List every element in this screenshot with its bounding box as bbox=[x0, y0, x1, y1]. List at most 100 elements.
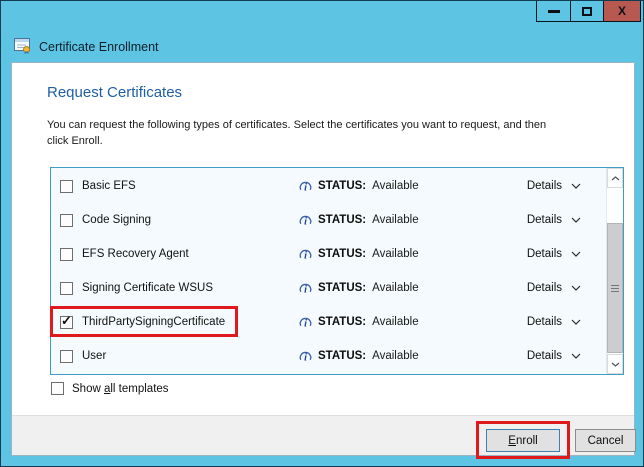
cancel-button[interactable]: Cancel bbox=[575, 429, 636, 452]
status-value: Available bbox=[372, 350, 418, 362]
details-expander[interactable]: Details bbox=[527, 316, 581, 328]
maximize-icon bbox=[582, 7, 592, 16]
chevron-down-icon bbox=[571, 251, 581, 257]
minimize-button[interactable] bbox=[537, 1, 570, 21]
svg-text:i: i bbox=[304, 182, 307, 193]
details-label: Details bbox=[527, 214, 562, 226]
certificate-template-list: Basic EFS i STATUS: Available Details bbox=[50, 167, 624, 375]
template-name: User bbox=[82, 350, 106, 362]
svg-text:i: i bbox=[304, 318, 307, 329]
list-item-basic-efs: Basic EFS i STATUS: Available Details bbox=[51, 169, 606, 203]
status-value: Available bbox=[372, 180, 418, 192]
svg-text:i: i bbox=[304, 352, 307, 363]
list-item-efs-recovery-agent: EFS Recovery Agent i STATUS: Available D… bbox=[51, 237, 606, 271]
list-item-user: User i STATUS: Available Details bbox=[51, 339, 606, 373]
status-group: i STATUS: Available bbox=[298, 281, 419, 296]
minimize-icon bbox=[548, 10, 560, 13]
info-icon: i bbox=[298, 179, 313, 194]
details-label: Details bbox=[527, 350, 562, 362]
enroll-button[interactable]: Enroll bbox=[486, 429, 560, 452]
list-item-signing-certificate-wsus: Signing Certificate WSUS i STATUS: Avail… bbox=[51, 271, 606, 305]
checkbox-basic-efs[interactable] bbox=[60, 180, 73, 193]
checkmark-icon: ✓ bbox=[61, 314, 72, 327]
window-title: Certificate Enrollment bbox=[39, 40, 159, 54]
close-icon: X bbox=[618, 5, 626, 17]
scrollbar-grip-icon bbox=[611, 285, 619, 292]
template-name: EFS Recovery Agent bbox=[82, 248, 189, 260]
show-all-templates-label: Show all templates bbox=[72, 383, 169, 395]
info-icon: i bbox=[298, 281, 313, 296]
status-value: Available bbox=[372, 316, 418, 328]
status-value: Available bbox=[372, 282, 418, 294]
certificate-enrollment-window: X Certificate Enrollment Request Certifi… bbox=[0, 0, 644, 467]
checkbox-signing-certificate-wsus[interactable] bbox=[60, 282, 73, 295]
chevron-down-icon bbox=[611, 362, 620, 367]
scroll-up-button[interactable] bbox=[607, 168, 623, 188]
details-expander[interactable]: Details bbox=[527, 282, 581, 294]
chevron-up-icon bbox=[611, 176, 620, 181]
info-icon: i bbox=[298, 247, 313, 262]
svg-text:i: i bbox=[304, 284, 307, 295]
details-expander[interactable]: Details bbox=[527, 350, 581, 362]
scroll-down-button[interactable] bbox=[607, 354, 623, 374]
template-name: Signing Certificate WSUS bbox=[82, 282, 213, 294]
info-icon: i bbox=[298, 349, 313, 364]
details-label: Details bbox=[527, 248, 562, 260]
details-label: Details bbox=[527, 180, 562, 192]
list-item-thirdpartysigningcertificate: ✓ ThirdPartySigningCertificate i STATUS:… bbox=[51, 305, 606, 339]
chevron-down-icon bbox=[571, 183, 581, 189]
description: You can request the following types of c… bbox=[47, 117, 546, 149]
status-label: STATUS: bbox=[318, 248, 366, 260]
status-group: i STATUS: Available bbox=[298, 179, 419, 194]
status-label: STATUS: bbox=[318, 316, 366, 328]
template-name: ThirdPartySigningCertificate bbox=[82, 316, 225, 328]
template-name: Basic EFS bbox=[82, 180, 136, 192]
maximize-button[interactable] bbox=[570, 1, 603, 21]
info-icon: i bbox=[298, 315, 313, 330]
close-button[interactable]: X bbox=[603, 1, 640, 21]
dialog-footer: Enroll Cancel bbox=[12, 415, 634, 455]
status-label: STATUS: bbox=[318, 282, 366, 294]
details-expander[interactable]: Details bbox=[527, 180, 581, 192]
status-label: STATUS: bbox=[318, 350, 366, 362]
chevron-down-icon bbox=[571, 217, 581, 223]
details-expander[interactable]: Details bbox=[527, 214, 581, 226]
info-icon: i bbox=[298, 213, 313, 228]
status-label: STATUS: bbox=[318, 180, 366, 192]
show-all-templates-checkbox[interactable] bbox=[51, 382, 64, 395]
list-rows: Basic EFS i STATUS: Available Details bbox=[51, 168, 606, 374]
description-line2: click Enroll. bbox=[47, 133, 546, 149]
description-line1: You can request the following types of c… bbox=[47, 117, 546, 133]
chevron-down-icon bbox=[571, 353, 581, 359]
label-text: ll templates bbox=[110, 383, 168, 395]
status-group: i STATUS: Available bbox=[298, 213, 419, 228]
window-controls: X bbox=[536, 1, 641, 22]
scrollbar-thumb[interactable] bbox=[607, 223, 623, 353]
status-value: Available bbox=[372, 214, 418, 226]
vertical-scrollbar[interactable] bbox=[606, 168, 623, 374]
svg-text:i: i bbox=[304, 216, 307, 227]
page-title: Request Certificates bbox=[47, 84, 182, 101]
details-label: Details bbox=[527, 282, 562, 294]
list-item-code-signing: Code Signing i STATUS: Available Details bbox=[51, 203, 606, 237]
details-label: Details bbox=[527, 316, 562, 328]
status-value: Available bbox=[372, 248, 418, 260]
status-group: i STATUS: Available bbox=[298, 315, 419, 330]
status-group: i STATUS: Available bbox=[298, 247, 419, 262]
chevron-down-icon bbox=[571, 319, 581, 325]
chevron-down-icon bbox=[571, 285, 581, 291]
status-group: i STATUS: Available bbox=[298, 349, 419, 364]
enroll-rest: nroll bbox=[516, 435, 538, 447]
checkbox-code-signing[interactable] bbox=[60, 214, 73, 227]
checkbox-user[interactable] bbox=[60, 350, 73, 363]
status-label: STATUS: bbox=[318, 214, 366, 226]
checkbox-efs-recovery-agent[interactable] bbox=[60, 248, 73, 261]
label-text: Show bbox=[72, 383, 104, 395]
template-name: Code Signing bbox=[82, 214, 151, 226]
checkbox-thirdpartysigningcertificate[interactable]: ✓ bbox=[60, 316, 73, 329]
details-expander[interactable]: Details bbox=[527, 248, 581, 260]
certificate-icon bbox=[14, 38, 32, 54]
dialog-content: Request Certificates You can request the… bbox=[11, 62, 635, 456]
svg-text:i: i bbox=[304, 250, 307, 261]
show-all-templates: Show all templates bbox=[51, 382, 169, 395]
